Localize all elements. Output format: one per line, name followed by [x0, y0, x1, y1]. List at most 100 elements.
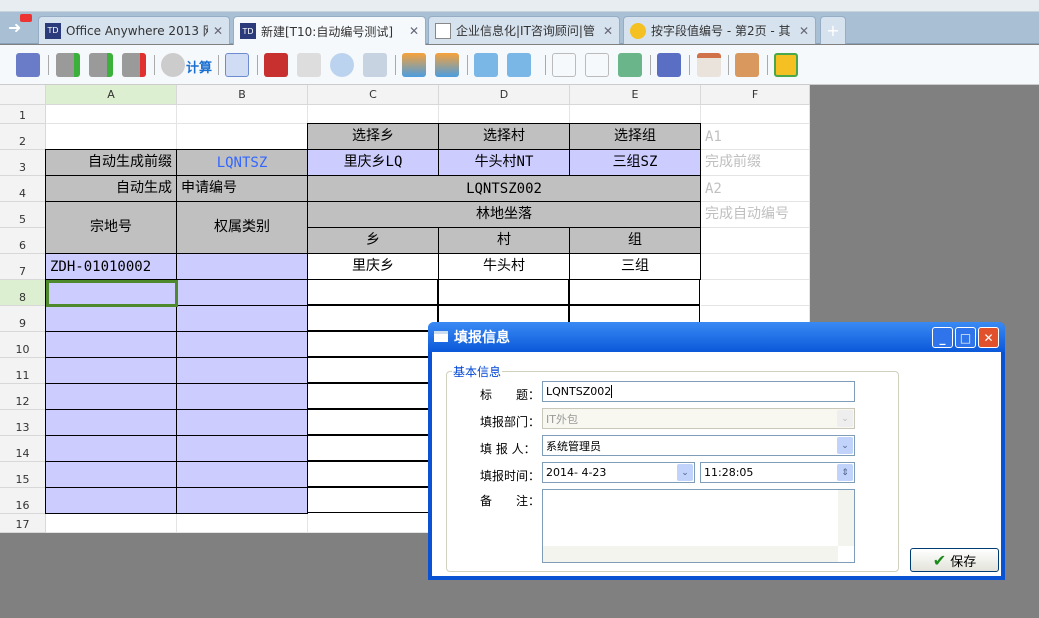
cell-A16[interactable] [45, 487, 177, 514]
row-header-14[interactable]: 14 [0, 436, 46, 462]
column-header-B[interactable]: B [177, 85, 308, 105]
cell-C17[interactable] [308, 514, 439, 533]
cell-B4[interactable]: 申请编号 [176, 175, 308, 202]
dialog-title-bar[interactable]: 填报信息 _ □ ✕ [428, 322, 1005, 352]
close-icon[interactable]: ✕ [213, 24, 223, 38]
cell-B14[interactable] [176, 435, 308, 462]
cell-F8[interactable] [701, 280, 810, 306]
binoculars-icon[interactable] [264, 53, 288, 77]
preview-icon[interactable] [297, 53, 321, 77]
tab-new-record[interactable]: TD 新建[T10:自动编号测试] ✕ [233, 16, 426, 45]
print-icon[interactable] [363, 53, 387, 77]
column-header-F[interactable]: F [701, 85, 810, 105]
cell-E6[interactable]: 组 [569, 227, 701, 254]
cell-A15[interactable] [45, 461, 177, 488]
row-header-2[interactable]: 2 [0, 124, 46, 150]
cell-D8[interactable] [438, 279, 569, 305]
date-picker[interactable]: 2014- 4-23 ⌄ [542, 462, 695, 483]
row-header-11[interactable]: 11 [0, 358, 46, 384]
maximize-button[interactable]: □ [955, 327, 976, 348]
cell-C9[interactable] [307, 305, 438, 331]
cell-A3[interactable]: 自动生成前缀 [45, 149, 177, 176]
cell-D7[interactable]: 牛头村 [438, 253, 570, 280]
vertical-scrollbar[interactable] [838, 490, 854, 546]
delete-record-icon[interactable] [122, 53, 146, 77]
exit-icon[interactable] [774, 53, 798, 77]
message-icon[interactable]: ➜ [8, 14, 32, 38]
minimize-button[interactable]: _ [932, 327, 953, 348]
row-header-9[interactable]: 9 [0, 306, 46, 332]
dept-select[interactable]: IT外包 ⌄ [542, 408, 855, 429]
upload-icon[interactable] [402, 53, 426, 77]
calendar-icon[interactable] [697, 53, 721, 77]
column-header-D[interactable]: D [439, 85, 570, 105]
tab-field-numbering[interactable]: 按字段值编号 - 第2页 - 其 ✕ [623, 16, 816, 44]
cell-A13[interactable] [45, 409, 177, 436]
cell-A10[interactable] [45, 331, 177, 358]
cell-B16[interactable] [176, 487, 308, 514]
cell-F2[interactable]: A1 [701, 124, 810, 150]
cell-F4[interactable]: A2 [701, 176, 810, 202]
zoom-icon[interactable] [330, 53, 354, 77]
cell-C2[interactable]: 选择乡 [307, 123, 439, 150]
cell-A9[interactable] [45, 305, 177, 332]
calc-button[interactable]: 计算 [186, 57, 212, 76]
cell-E2[interactable]: 选择组 [569, 123, 701, 150]
cell-A11[interactable] [45, 357, 177, 384]
column-header-A[interactable]: A [46, 85, 177, 105]
chevron-down-icon[interactable]: ⌄ [677, 464, 693, 481]
image-play-icon[interactable] [474, 53, 498, 77]
import-record-icon[interactable] [89, 53, 113, 77]
close-button[interactable]: ✕ [978, 327, 999, 348]
column-header-C[interactable]: C [308, 85, 439, 105]
download-icon[interactable] [435, 53, 459, 77]
unlock-icon[interactable] [735, 53, 759, 77]
cut-icon[interactable] [552, 53, 576, 77]
row-header-7[interactable]: 7 [0, 254, 46, 280]
title-input[interactable]: LQNTSZ002 [542, 381, 855, 402]
cell-A1[interactable] [46, 105, 177, 124]
cell-C7[interactable]: 里庆乡 [307, 253, 439, 280]
spin-arrows-icon[interactable]: ⇕ [837, 464, 853, 481]
cell-A2[interactable] [46, 124, 177, 150]
cell-D3[interactable]: 牛头村NT [438, 149, 570, 176]
row-header-1[interactable]: 1 [0, 105, 46, 124]
cell-C15[interactable] [307, 461, 438, 487]
new-tab-button[interactable]: + [820, 16, 846, 44]
cell-C8[interactable] [307, 279, 438, 305]
cell-E7[interactable]: 三组 [569, 253, 701, 280]
cell-C4[interactable]: LQNTSZ002 [307, 175, 701, 202]
row-header-5[interactable]: 5 [0, 202, 46, 228]
person-select[interactable]: 系统管理员 ⌄ [542, 435, 855, 456]
image-next-icon[interactable] [507, 53, 531, 77]
note-textarea[interactable] [542, 489, 855, 563]
copy-icon[interactable] [585, 53, 609, 77]
cell-C1[interactable] [308, 105, 439, 124]
cell-B1[interactable] [177, 105, 308, 124]
cell-F3[interactable]: 完成前缀 [701, 150, 810, 176]
cell-C16[interactable] [307, 487, 438, 513]
cell-A5[interactable]: 宗地号 [45, 201, 177, 254]
row-header-10[interactable]: 10 [0, 332, 46, 358]
row-header-12[interactable]: 12 [0, 384, 46, 410]
column-header-E[interactable]: E [570, 85, 701, 105]
save-icon[interactable] [16, 53, 40, 77]
time-spinner[interactable]: 11:28:05 ⇕ [700, 462, 855, 483]
close-icon[interactable]: ✕ [799, 24, 809, 38]
cell-A4[interactable]: 自动生成 [45, 175, 177, 202]
gear-icon[interactable] [161, 53, 185, 77]
save-button[interactable]: ✔ 保存 [910, 548, 999, 572]
cell-B11[interactable] [176, 357, 308, 384]
tab-office-anywhere[interactable]: TDOffice Anywhere 2013 网络✕ [38, 16, 230, 44]
cell-C11[interactable] [307, 357, 438, 383]
paste-icon[interactable] [618, 53, 642, 77]
selected-cell-A8[interactable] [46, 280, 178, 307]
cell-A12[interactable] [45, 383, 177, 410]
cell-C6[interactable]: 乡 [307, 227, 439, 254]
row-header-13[interactable]: 13 [0, 410, 46, 436]
cell-F1[interactable] [701, 105, 810, 124]
close-icon[interactable]: ✕ [409, 24, 419, 38]
cell-A14[interactable] [45, 435, 177, 462]
cell-D2[interactable]: 选择村 [438, 123, 570, 150]
tab-enterprise-info[interactable]: 企业信息化|IT咨询顾问|管 ✕ [428, 16, 620, 44]
